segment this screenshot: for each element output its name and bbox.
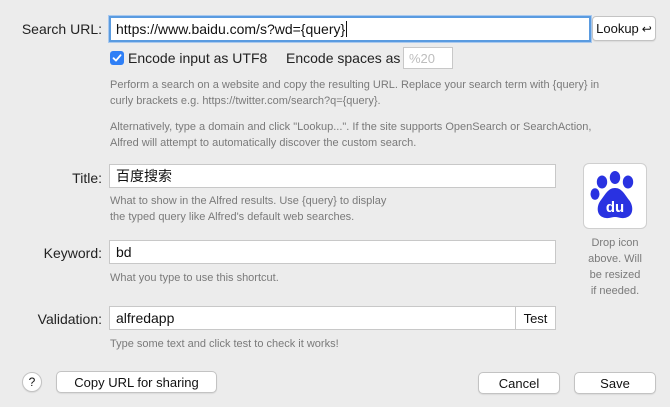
cancel-button[interactable]: Cancel [478,372,560,394]
test-button-label: Test [523,310,548,326]
baidu-paw-icon: du [590,171,634,219]
save-button-label: Save [600,375,630,391]
search-url-value: https://www.baidu.com/s?wd={query} [116,21,346,37]
url-help-line-2: curly brackets e.g. https://twitter.com/… [110,95,381,107]
lookup-help-line-1: Alternatively, type a domain and click "… [110,121,592,133]
icon-help-line-4: if needed. [590,285,640,297]
help-button[interactable]: ? [22,372,42,392]
return-arrow-icon: ↩ [641,21,652,36]
url-help-line-1: Perform a search on a website and copy t… [110,79,600,91]
cancel-button-label: Cancel [498,375,540,391]
baidu-icon-text: du [606,199,624,216]
copy-url-button[interactable]: Copy URL for sharing [56,371,217,393]
help-button-label: ? [28,375,36,389]
keyword-input[interactable]: bd [109,240,556,264]
validation-label: Validation: [37,311,102,327]
lookup-button[interactable]: Lookup ↩ [592,16,656,41]
title-value: 百度搜索 [116,168,172,184]
checkmark-icon [112,54,122,62]
icon-drop-well[interactable]: du [583,163,647,229]
encode-utf8-checkbox[interactable] [110,51,124,65]
lookup-button-label: Lookup [596,21,639,36]
icon-help-line-3: be resized [589,269,641,281]
icon-help-line-2: above. Will [588,253,642,265]
copy-url-button-label: Copy URL for sharing [74,374,199,390]
title-help-line-2: the typed query like Alfred's default we… [110,211,355,223]
encode-utf8-label: Encode input as UTF8 [128,50,268,66]
title-label: Title: [72,170,102,186]
lookup-help-text: Alternatively, type a domain and click "… [110,119,650,151]
save-button[interactable]: Save [574,372,656,394]
search-url-input[interactable]: https://www.baidu.com/s?wd={query} [109,16,591,42]
title-help-text: What to show in the Alfred results. Use … [110,193,550,225]
keyword-label: Keyword: [43,245,102,261]
search-url-label: Search URL: [21,21,102,37]
encode-spaces-placeholder: %20 [409,50,436,66]
lookup-help-line-2: Alfred will attempt to automatically dis… [110,137,417,149]
keyword-value: bd [116,244,132,260]
validation-help-text: Type some text and click test to check i… [110,338,339,350]
icon-help-text: Drop icon above. Will be resized if need… [572,235,658,299]
title-help-line-1: What to show in the Alfred results. Use … [110,195,387,207]
icon-help-line-1: Drop icon [591,237,639,249]
url-help-text: Perform a search on a website and copy t… [110,77,650,109]
validation-value: alfredapp [116,310,175,326]
encode-spaces-input[interactable]: %20 [403,47,453,69]
encode-spaces-label: Encode spaces as [286,50,401,66]
keyword-help-text: What you type to use this shortcut. [110,272,279,284]
title-input[interactable]: 百度搜索 [109,164,556,188]
validation-input[interactable]: alfredapp [109,306,516,330]
text-caret [346,21,348,37]
test-button[interactable]: Test [515,306,556,330]
